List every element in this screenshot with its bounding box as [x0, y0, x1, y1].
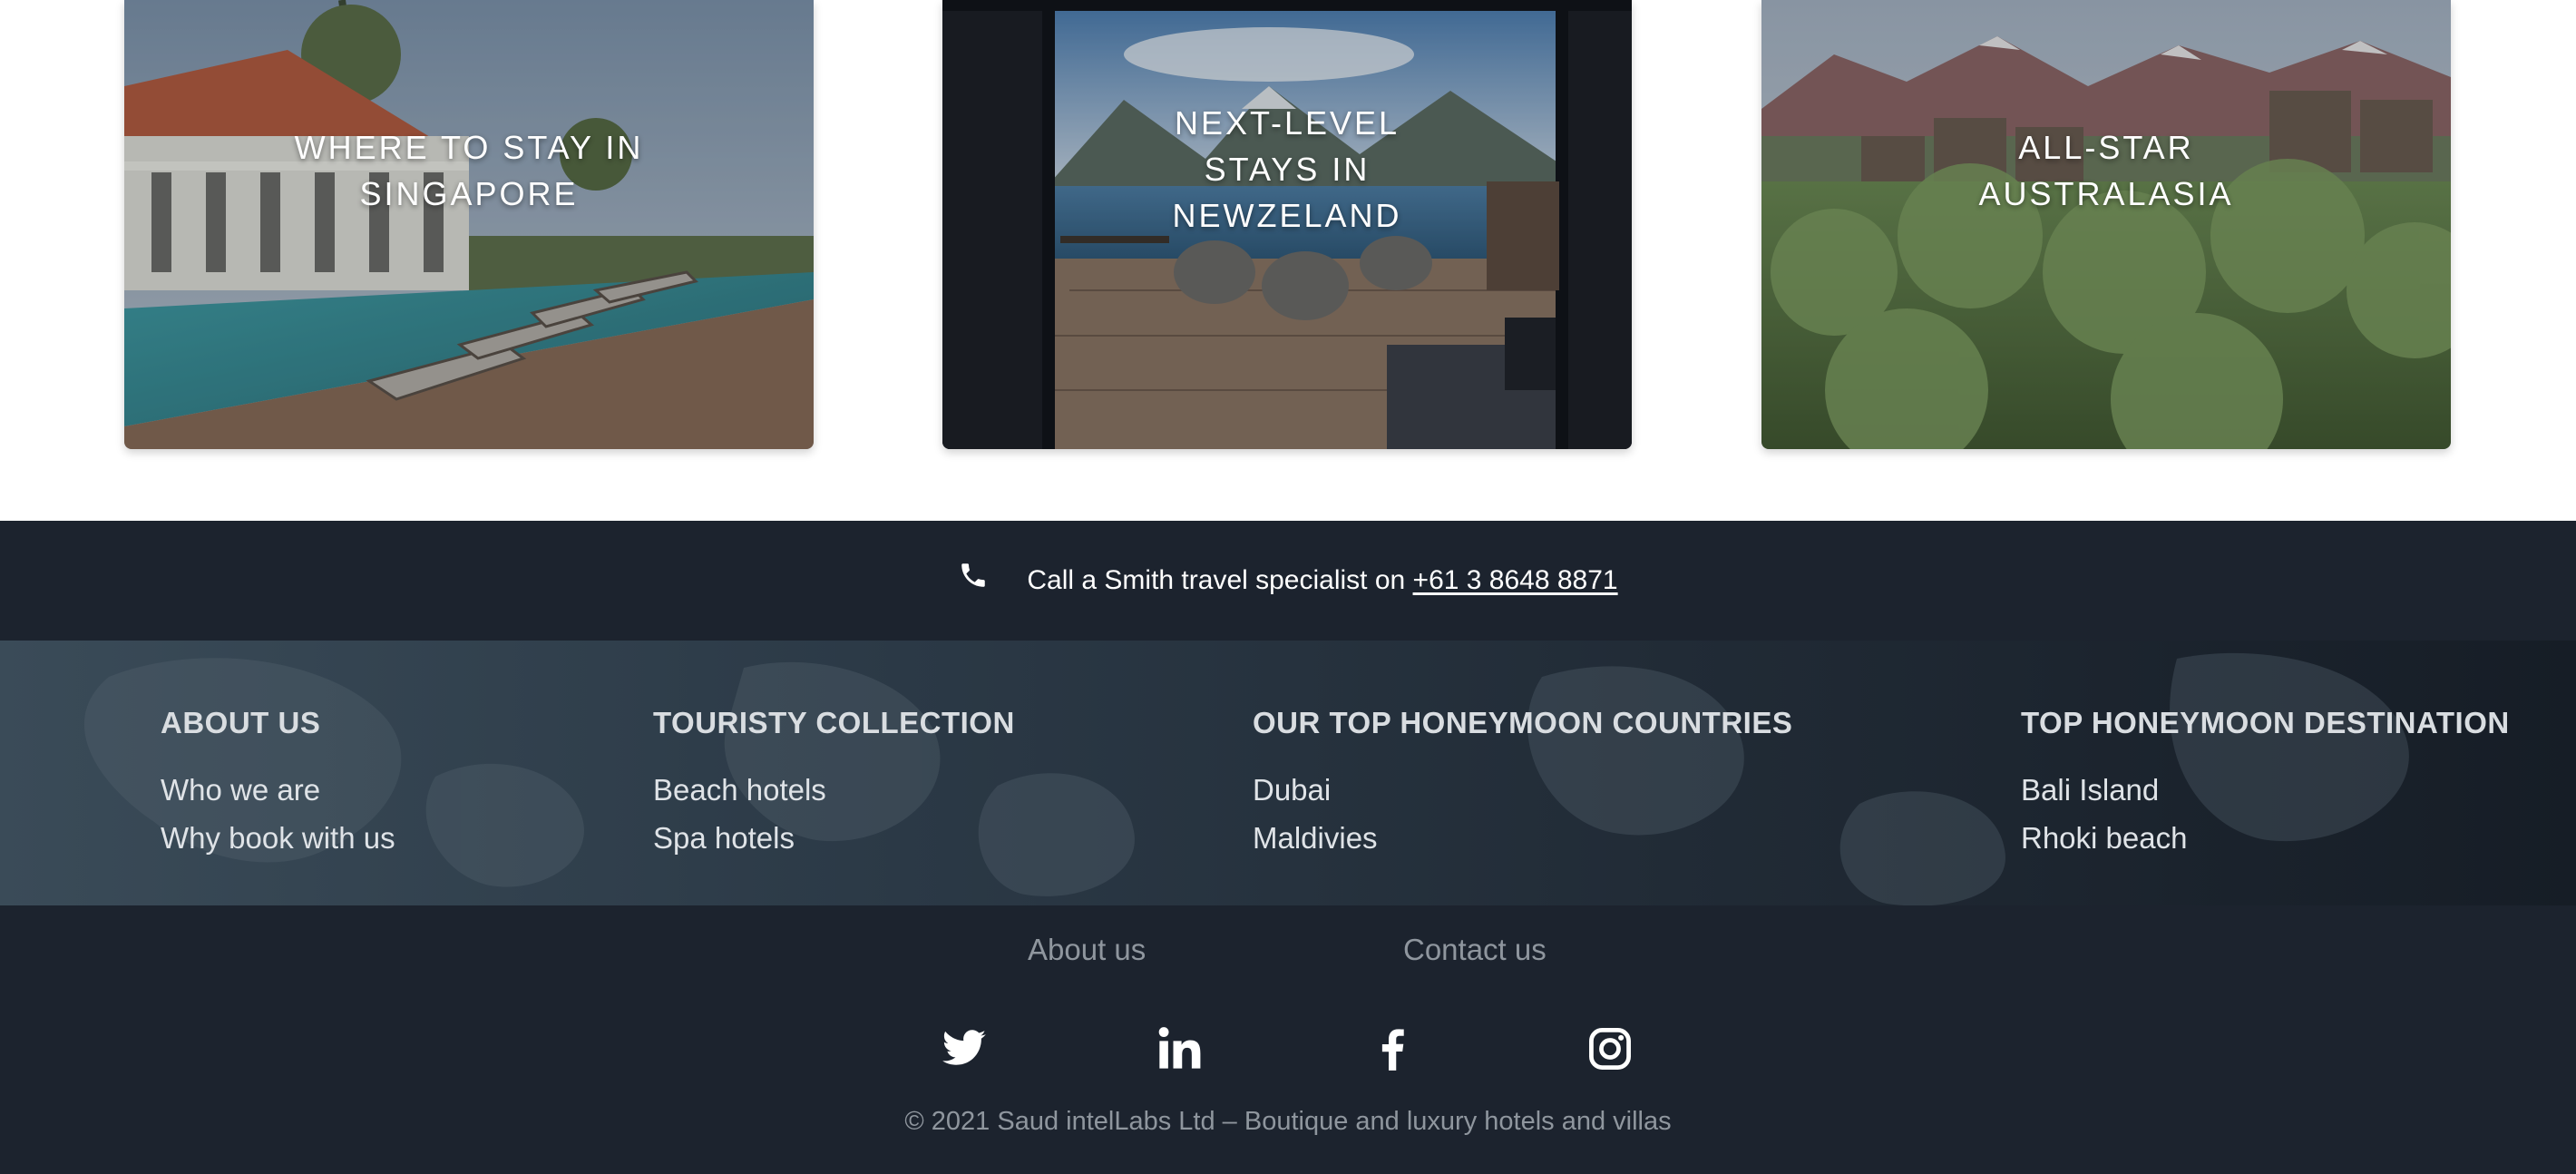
card-title: ALL-STAR AUSTRALASIA	[1761, 124, 2451, 217]
footer-link[interactable]: Who we are	[161, 766, 395, 814]
card-title-line: SINGAPORE	[359, 175, 579, 212]
contact-us-link[interactable]: Contact us	[1403, 933, 1547, 967]
phone-contact-bar: Call a Smith travel specialist on +61 3 …	[0, 521, 2576, 641]
linkedin-icon[interactable]	[1156, 1025, 1203, 1072]
card-title-line: NEWZELAND	[1172, 197, 1402, 234]
footer-column-destinations: TOP HONEYMOON DESTINATION Bali Island Rh…	[2021, 706, 2510, 862]
image-overlay	[124, 0, 814, 449]
footer-link[interactable]: Why book with us	[161, 814, 395, 862]
phone-number-link[interactable]: +61 3 8648 8871	[1413, 565, 1618, 596]
footer-link[interactable]: Maldivies	[1253, 814, 1792, 862]
footer-link[interactable]: Spa hotels	[653, 814, 1015, 862]
footer-column-countries: OUR TOP HONEYMOON COUNTRIES Dubai Maldiv…	[1253, 706, 1792, 862]
bottom-footer: About us Contact us © 2021 Saud intelLab…	[0, 905, 2576, 1174]
image-overlay	[1761, 0, 2451, 449]
destination-cards: WHERE TO STAY IN SINGAPORE NEXT-LEVEL ST…	[0, 0, 2576, 521]
column-heading: OUR TOP HONEYMOON COUNTRIES	[1253, 706, 1793, 739]
twitter-icon[interactable]	[941, 1025, 988, 1072]
footer-link[interactable]: Rhoki beach	[2021, 814, 2510, 862]
column-heading: TOURISTY COLLECTION	[653, 706, 1015, 739]
about-us-link[interactable]: About us	[1028, 933, 1146, 967]
footer-link[interactable]: Beach hotels	[653, 766, 1015, 814]
footer-link[interactable]: Dubai	[1253, 766, 1792, 814]
footer-links: ABOUT US Who we are Why book with us TOU…	[0, 641, 2576, 905]
card-title: NEXT-LEVEL STAYS IN NEWZELAND	[942, 100, 1632, 239]
copyright-text: © 2021 Saud intelLabs Ltd – Boutique and…	[904, 1107, 1672, 1136]
card-title-line: AUSTRALASIA	[1978, 175, 2234, 212]
footer-link[interactable]: Bali Island	[2021, 766, 2510, 814]
facebook-icon[interactable]	[1370, 1025, 1417, 1072]
card-title-line: NEXT-LEVEL	[1174, 104, 1400, 142]
card-singapore[interactable]: WHERE TO STAY IN SINGAPORE	[124, 0, 814, 449]
footer-column-collection: TOURISTY COLLECTION Beach hotels Spa hot…	[653, 706, 1015, 862]
card-title-line: WHERE TO STAY IN	[294, 129, 644, 166]
phone-icon	[961, 563, 986, 587]
card-title-line: ALL-STAR	[2018, 129, 2194, 166]
card-australasia[interactable]: ALL-STAR AUSTRALASIA	[1761, 0, 2451, 449]
column-heading: TOP HONEYMOON DESTINATION	[2021, 706, 2510, 739]
instagram-icon[interactable]	[1586, 1025, 1634, 1072]
card-title-line: STAYS IN	[1204, 151, 1371, 188]
card-newzealand[interactable]: NEXT-LEVEL STAYS IN NEWZELAND	[942, 0, 1632, 449]
phone-lead-text: Call a Smith travel specialist on	[1027, 565, 1413, 595]
footer-column-about: ABOUT US Who we are Why book with us	[161, 706, 395, 862]
card-title: WHERE TO STAY IN SINGAPORE	[124, 124, 814, 217]
column-heading: ABOUT US	[161, 706, 321, 739]
